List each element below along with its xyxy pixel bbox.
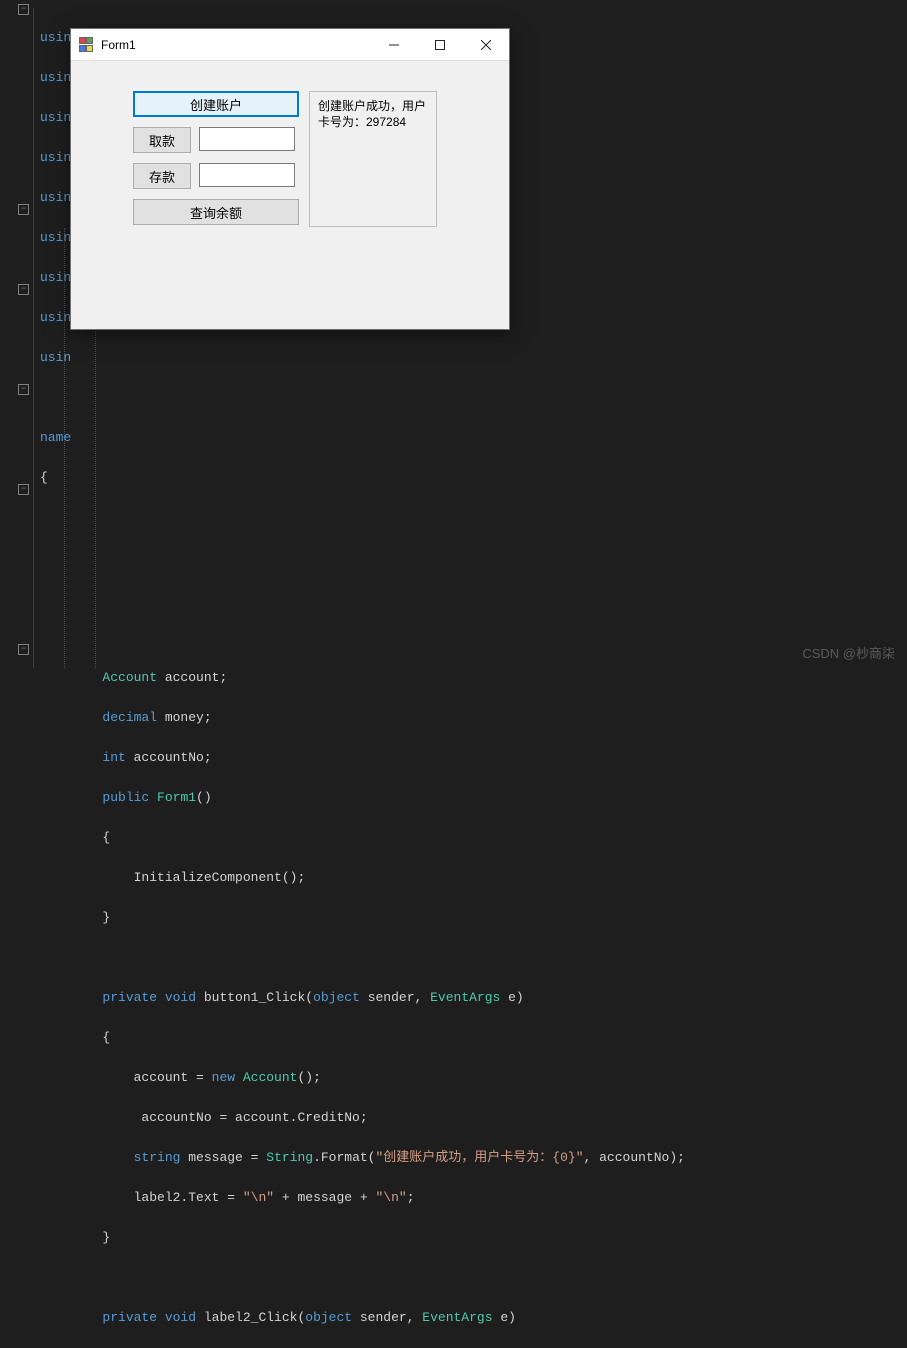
code-text: ; bbox=[407, 1190, 415, 1205]
code-text: usin bbox=[40, 110, 71, 125]
code-text: string bbox=[134, 1150, 181, 1165]
code-text: { bbox=[102, 830, 110, 845]
code-text: sender, bbox=[352, 1310, 422, 1325]
deposit-button[interactable]: 存款 bbox=[133, 163, 191, 189]
code-text: InitializeComponent(); bbox=[134, 870, 306, 885]
code-text: object bbox=[313, 990, 360, 1005]
fold-marker[interactable]: − bbox=[18, 204, 29, 215]
create-account-button[interactable]: 创建账户 bbox=[133, 91, 299, 117]
code-text: accountNo = account.CreditNo; bbox=[134, 1110, 368, 1125]
code-text: e) bbox=[500, 990, 523, 1005]
code-text: Form1 bbox=[149, 790, 196, 805]
close-button[interactable] bbox=[463, 29, 509, 61]
form-body: 创建账户 取款 存款 查询余额 创建账户成功，用户卡号为：297284 bbox=[71, 61, 509, 329]
controls-panel: 创建账户 取款 存款 查询余额 bbox=[133, 91, 301, 225]
code-text: (); bbox=[297, 1070, 320, 1085]
code-text: EventArgs bbox=[422, 1310, 492, 1325]
code-text: private bbox=[102, 1310, 157, 1325]
withdraw-button[interactable]: 取款 bbox=[133, 127, 191, 153]
code-text: usin bbox=[40, 150, 71, 165]
code-text: account = bbox=[134, 1070, 212, 1085]
code-text: object bbox=[305, 1310, 352, 1325]
fold-marker[interactable]: − bbox=[18, 384, 29, 395]
fold-marker[interactable]: − bbox=[18, 4, 29, 15]
code-text: money; bbox=[157, 710, 212, 725]
code-text: void bbox=[157, 1310, 196, 1325]
code-text: usin bbox=[40, 270, 71, 285]
code-text: void bbox=[157, 990, 196, 1005]
code-text: button1_Click( bbox=[196, 990, 313, 1005]
code-text: label2_Click( bbox=[196, 1310, 305, 1325]
code-text: "\n" bbox=[243, 1190, 274, 1205]
code-text: } bbox=[102, 1230, 110, 1245]
fold-marker[interactable]: − bbox=[18, 644, 29, 655]
code-text: "\n" bbox=[375, 1190, 406, 1205]
code-text: private bbox=[102, 990, 157, 1005]
output-panel: 创建账户成功，用户卡号为：297284 bbox=[309, 91, 437, 227]
code-text: } bbox=[102, 910, 110, 925]
code-text: { bbox=[102, 1030, 110, 1045]
gutter: − − − − − − bbox=[18, 0, 38, 674]
app-icon bbox=[79, 37, 95, 53]
watermark: CSDN @杪商柒 bbox=[802, 643, 895, 662]
code-text: EventArgs bbox=[430, 990, 500, 1005]
code-text: usin bbox=[40, 310, 71, 325]
code-text: + message + bbox=[274, 1190, 375, 1205]
code-text: new bbox=[212, 1070, 235, 1085]
window-title: Form1 bbox=[101, 38, 371, 52]
code-text: usin bbox=[40, 350, 71, 365]
deposit-input[interactable] bbox=[199, 163, 295, 187]
output-label: 创建账户成功，用户卡号为：297284 bbox=[318, 99, 426, 129]
code-text: Account bbox=[235, 1070, 297, 1085]
code-text: public bbox=[102, 790, 149, 805]
code-text: name bbox=[40, 430, 71, 445]
code-text: message = bbox=[180, 1150, 266, 1165]
maximize-button[interactable] bbox=[417, 29, 463, 61]
code-text: usin bbox=[40, 230, 71, 245]
withdraw-input[interactable] bbox=[199, 127, 295, 151]
code-text: account; bbox=[157, 670, 227, 685]
code-text: e) bbox=[493, 1310, 516, 1325]
minimize-button[interactable] bbox=[371, 29, 417, 61]
code-text: , accountNo); bbox=[584, 1150, 685, 1165]
code-text: String bbox=[266, 1150, 313, 1165]
code-text: usin bbox=[40, 70, 71, 85]
fold-marker[interactable]: − bbox=[18, 284, 29, 295]
code-text: () bbox=[196, 790, 212, 805]
code-text: accountNo; bbox=[126, 750, 212, 765]
form1-window: Form1 创建账户 取款 存款 查询余额 创建账户成功，用户卡 bbox=[70, 28, 510, 330]
code-text: { bbox=[40, 470, 48, 485]
code-text: Account bbox=[102, 670, 157, 685]
code-text: "创建账户成功，用户卡号为：{0}" bbox=[376, 1150, 584, 1165]
code-text: decimal bbox=[102, 710, 157, 725]
code-text: .Format( bbox=[313, 1150, 375, 1165]
code-text: int bbox=[102, 750, 125, 765]
titlebar[interactable]: Form1 bbox=[71, 29, 509, 61]
code-text: usin bbox=[40, 190, 71, 205]
balance-button[interactable]: 查询余额 bbox=[133, 199, 299, 225]
code-text: label2.Text = bbox=[134, 1190, 243, 1205]
code-text: sender, bbox=[360, 990, 430, 1005]
fold-marker[interactable]: − bbox=[18, 484, 29, 495]
outline-guide bbox=[33, 8, 34, 668]
